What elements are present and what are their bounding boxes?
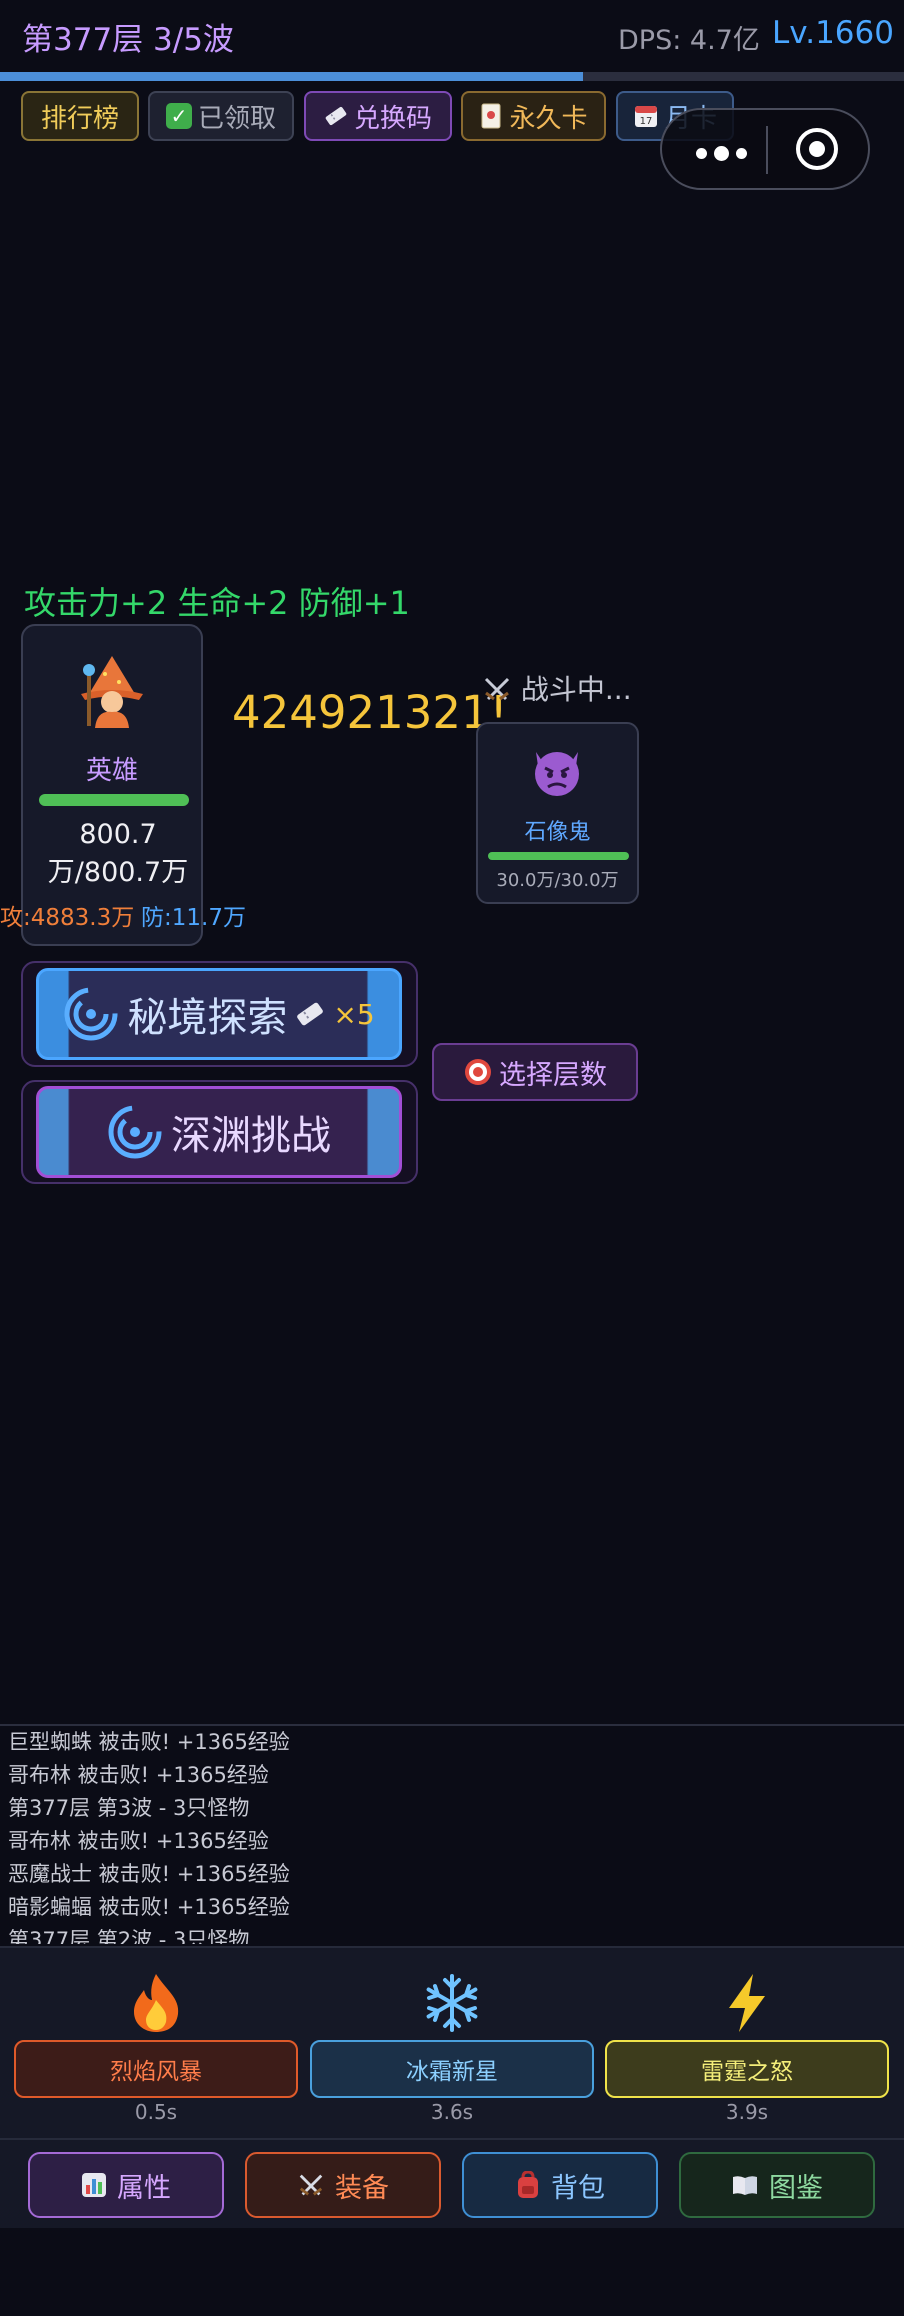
dps-readout: DPS: 4.7亿 — [618, 25, 760, 56]
nav-attributes-label: 属性 — [117, 2172, 171, 2204]
skill-thunder-wrath-label: 雷霆之怒 — [701, 2059, 793, 2085]
nav-equipment-label: 装备 — [335, 2172, 389, 2204]
target-icon — [465, 1059, 491, 1085]
select-floor-button[interactable]: 选择层数 — [432, 1043, 638, 1101]
log-line: 巨型蜘蛛 被击败! +1365经验 — [8, 1730, 290, 1754]
card-icon — [481, 103, 501, 129]
monster-name: 石像鬼 — [524, 820, 591, 845]
skill-thunder-wrath-cooldown: 3.9s — [725, 2100, 769, 2124]
capsule-divider — [766, 126, 768, 174]
skill-frost-nova-label: 冰霜新星 — [406, 2059, 498, 2085]
crossed-swords-icon — [484, 677, 510, 701]
battle-log[interactable]: 巨型蜘蛛 被击败! +1365经验 哥布林 被击败! +1365经验 第377层 第… — [0, 1724, 904, 1944]
permanent-card-button[interactable]: 永久卡 — [461, 91, 606, 141]
log-line: 第377层 第2波 - 3只怪物 — [8, 1928, 250, 1944]
monster-hp-text: 30.0万/30.0万 — [496, 870, 619, 891]
floor-wave-title: 第377层 3/5波 — [22, 22, 234, 58]
check-icon: ✓ — [165, 103, 192, 129]
swirl-portal-icon — [108, 1105, 162, 1159]
calendar-icon: 17 — [634, 106, 657, 127]
miniprogram-capsule — [660, 108, 870, 190]
select-floor-label: 选择层数 — [499, 1059, 607, 1091]
snowflake-icon — [412, 1970, 492, 2036]
secret-realm-button[interactable]: 秘境探索 ×5 — [36, 968, 402, 1060]
backpack-icon — [518, 2171, 538, 2198]
nav-codex-button[interactable]: 图鉴 — [679, 2152, 875, 2218]
hero-name: 英雄 — [85, 756, 138, 786]
nav-equipment-button[interactable]: 装备 — [245, 2152, 441, 2218]
bar-chart-icon — [82, 2173, 106, 2197]
nav-bag-label: 背包 — [551, 2172, 605, 2204]
log-line: 哥布林 被击败! +1365经验 — [8, 1829, 269, 1853]
battle-status: 战斗中... — [482, 668, 632, 708]
nav-attributes-button[interactable]: 属性 — [28, 2152, 224, 2218]
lightning-icon — [707, 1970, 787, 2036]
redeem-code-button[interactable]: 兑换码 — [304, 91, 452, 141]
attack-stat: 攻:4883.3万 — [0, 905, 135, 931]
monster-card[interactable]: 石像鬼 30.0万/30.0万 — [476, 722, 639, 904]
ticket-count: ×5 — [333, 997, 375, 1031]
hero-hp-text: 800.7万/800.7万 — [47, 819, 189, 888]
claimed-label: 已领取 — [197, 103, 276, 134]
log-line: 第377层 第3波 - 3只怪物 — [8, 1796, 250, 1820]
log-line: 暗影蝙蝠 被击败! +1365经验 — [8, 1895, 290, 1919]
skill-bar: 烈焰风暴 冰霜新星 雷霆之怒 0.5s 3.6s 3.9s — [0, 1946, 904, 2140]
bottom-nav: 属性 装备 背包 图鉴 — [0, 2140, 904, 2228]
hero-hp-bar — [39, 794, 189, 806]
redeem-code-label: 兑换码 — [353, 103, 432, 134]
svg-text:17: 17 — [640, 116, 653, 127]
secret-realm-frame: 秘境探索 ×5 — [21, 961, 418, 1067]
abyss-challenge-button[interactable]: 深渊挑战 — [36, 1086, 402, 1178]
nav-codex-label: 图鉴 — [769, 2172, 823, 2204]
xp-bar — [0, 72, 904, 81]
level-readout: Lv.1660 — [772, 15, 894, 51]
wizard-icon — [81, 656, 143, 728]
monster-hp-bar — [488, 852, 629, 860]
abyss-frame: 深渊挑战 — [21, 1080, 418, 1184]
skill-fire-storm-label: 烈焰风暴 — [110, 2059, 202, 2085]
log-line: 恶魔战士 被击败! +1365经验 — [8, 1862, 290, 1886]
secret-realm-label: 秘境探索 — [127, 995, 288, 1041]
skill-frost-nova-cooldown: 3.6s — [430, 2100, 474, 2124]
skill-fire-storm-button[interactable]: 烈焰风暴 — [14, 2040, 298, 2098]
abyss-challenge-label: 深渊挑战 — [171, 1113, 331, 1159]
damage-number: 424921321! — [232, 686, 508, 739]
fire-icon — [116, 1970, 196, 2036]
crossed-swords-icon — [299, 2174, 323, 2196]
ticket-icon — [325, 106, 347, 126]
buff-text: 攻击力+2 生命+2 防御+1 — [24, 584, 410, 622]
xp-bar-fill — [0, 72, 584, 81]
skill-frost-nova-button[interactable]: 冰霜新星 — [310, 2040, 594, 2098]
leaderboard-button[interactable]: 排行榜 — [21, 91, 139, 141]
permanent-card-label: 永久卡 — [509, 103, 588, 134]
more-options-icon[interactable] — [696, 146, 747, 161]
swirl-portal-icon — [64, 987, 118, 1041]
nav-bag-button[interactable]: 背包 — [462, 2152, 658, 2218]
close-target-icon[interactable] — [796, 128, 838, 170]
defense-stat: 防:11.7万 — [141, 905, 246, 931]
skill-fire-storm-cooldown: 0.5s — [134, 2100, 178, 2124]
leaderboard-label: 排行榜 — [40, 103, 119, 134]
devil-face-icon — [535, 752, 579, 796]
ticket-icon — [297, 1002, 324, 1026]
claimed-button[interactable]: ✓ 已领取 — [148, 91, 294, 141]
log-line: 哥布林 被击败! +1365经验 — [8, 1763, 269, 1787]
open-book-icon — [733, 2176, 757, 2195]
battle-status-label: 战斗中... — [520, 673, 632, 706]
skill-thunder-wrath-button[interactable]: 雷霆之怒 — [605, 2040, 889, 2098]
